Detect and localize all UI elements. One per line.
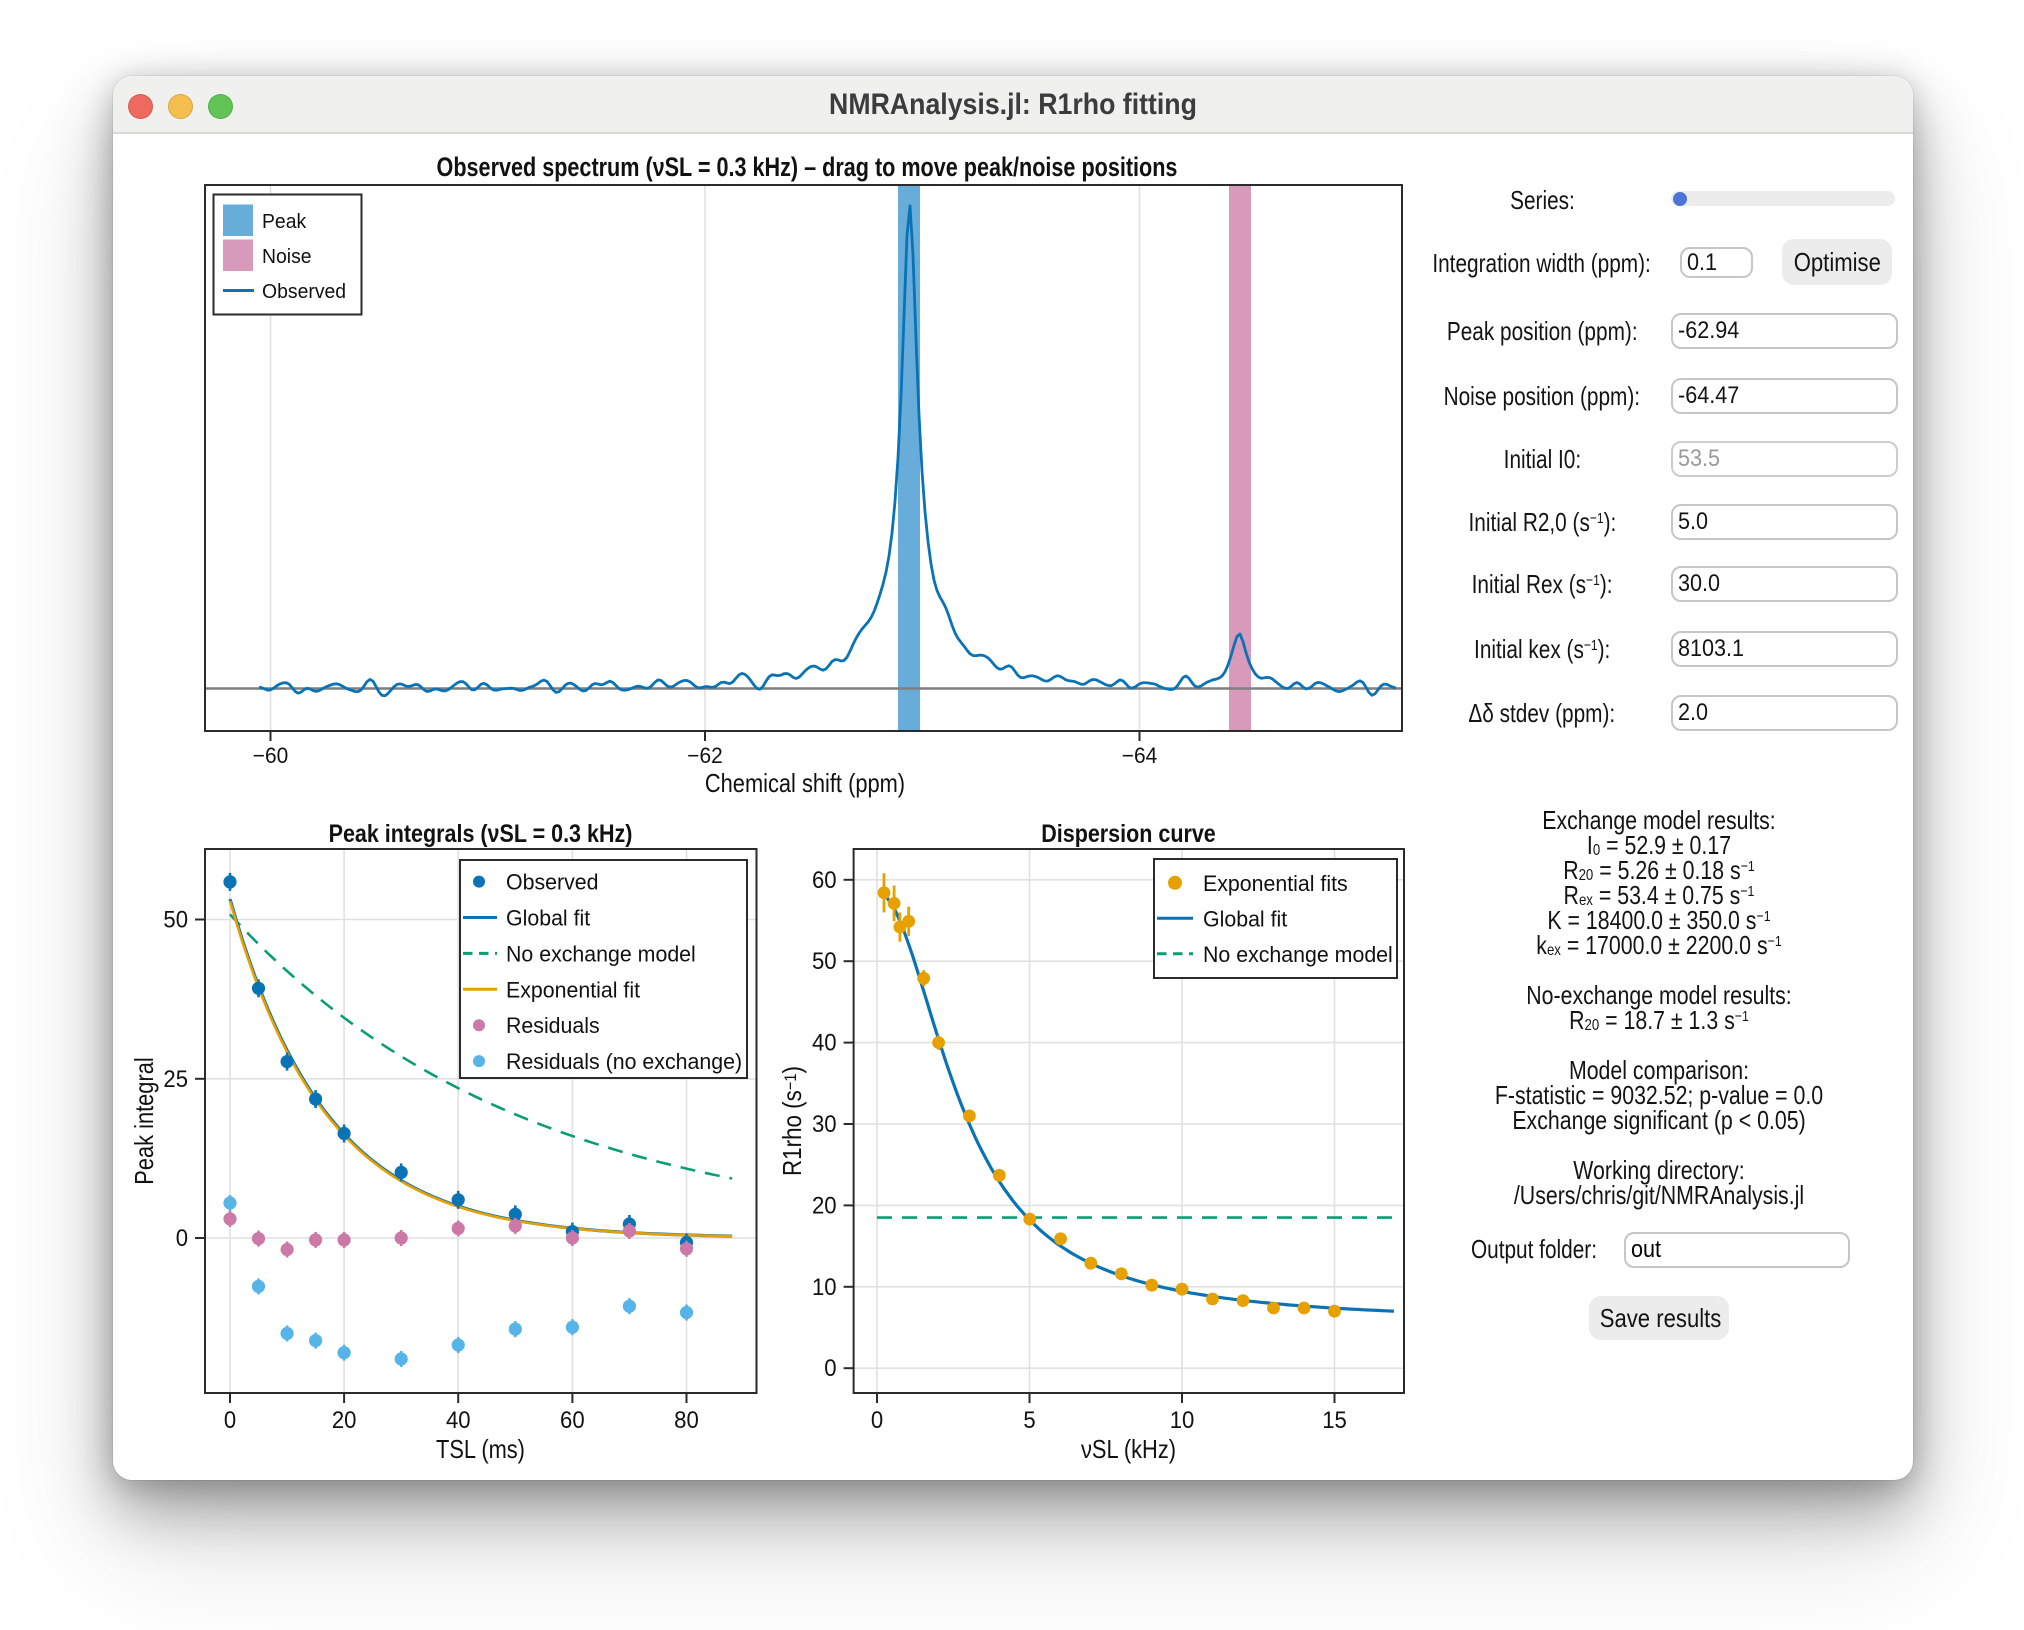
- svg-text:R1rho (s−1): R1rho (s−1): [777, 1066, 807, 1176]
- svg-text:Observed: Observed: [262, 281, 346, 303]
- svg-text:−64: −64: [1122, 743, 1157, 768]
- svg-text:Observed spectrum (νSL = 0.3 k: Observed spectrum (νSL = 0.3 kHz) – drag…: [437, 152, 1178, 182]
- svg-text:No exchange model: No exchange model: [506, 941, 696, 966]
- svg-text:Chemical shift (ppm): Chemical shift (ppm): [705, 768, 905, 798]
- svg-text:50: 50: [812, 948, 837, 975]
- svg-text:Global fit: Global fit: [1203, 906, 1287, 931]
- svg-text:Exponential fits: Exponential fits: [1203, 871, 1348, 896]
- svg-text:50: 50: [163, 907, 188, 934]
- svg-text:Peak integral: Peak integral: [129, 1057, 159, 1184]
- svg-text:−60: −60: [253, 743, 288, 768]
- svg-text:0: 0: [824, 1355, 836, 1382]
- svg-text:No exchange model: No exchange model: [1203, 942, 1393, 967]
- svg-text:20: 20: [812, 1192, 837, 1219]
- svg-text:TSL (ms): TSL (ms): [436, 1434, 525, 1464]
- svg-text:0: 0: [871, 1407, 883, 1434]
- svg-text:0: 0: [176, 1225, 188, 1252]
- svg-text:Residuals: Residuals: [506, 1013, 600, 1038]
- svg-text:Observed: Observed: [506, 870, 599, 895]
- svg-text:Peak: Peak: [262, 211, 307, 233]
- svg-text:Exponential fit: Exponential fit: [506, 977, 640, 1002]
- svg-text:0: 0: [224, 1407, 236, 1434]
- svg-text:30: 30: [812, 1111, 837, 1138]
- svg-text:60: 60: [560, 1407, 585, 1434]
- svg-text:5: 5: [1023, 1407, 1035, 1434]
- svg-text:Noise: Noise: [262, 246, 312, 268]
- svg-text:60: 60: [812, 867, 837, 894]
- svg-text:−62: −62: [687, 743, 722, 768]
- svg-text:15: 15: [1322, 1407, 1347, 1434]
- svg-text:80: 80: [674, 1407, 699, 1434]
- svg-text:Peak integrals (νSL = 0.3 kHz): Peak integrals (νSL = 0.3 kHz): [329, 820, 633, 848]
- svg-text:10: 10: [812, 1274, 837, 1301]
- svg-text:νSL (kHz): νSL (kHz): [1081, 1434, 1176, 1464]
- svg-text:40: 40: [446, 1407, 471, 1434]
- svg-text:25: 25: [163, 1066, 188, 1093]
- svg-text:Global fit: Global fit: [506, 906, 590, 931]
- svg-text:10: 10: [1170, 1407, 1195, 1434]
- svg-text:Dispersion curve: Dispersion curve: [1041, 820, 1216, 848]
- svg-text:Residuals (no exchange): Residuals (no exchange): [506, 1049, 742, 1074]
- svg-text:40: 40: [812, 1030, 837, 1057]
- svg-text:20: 20: [332, 1407, 357, 1434]
